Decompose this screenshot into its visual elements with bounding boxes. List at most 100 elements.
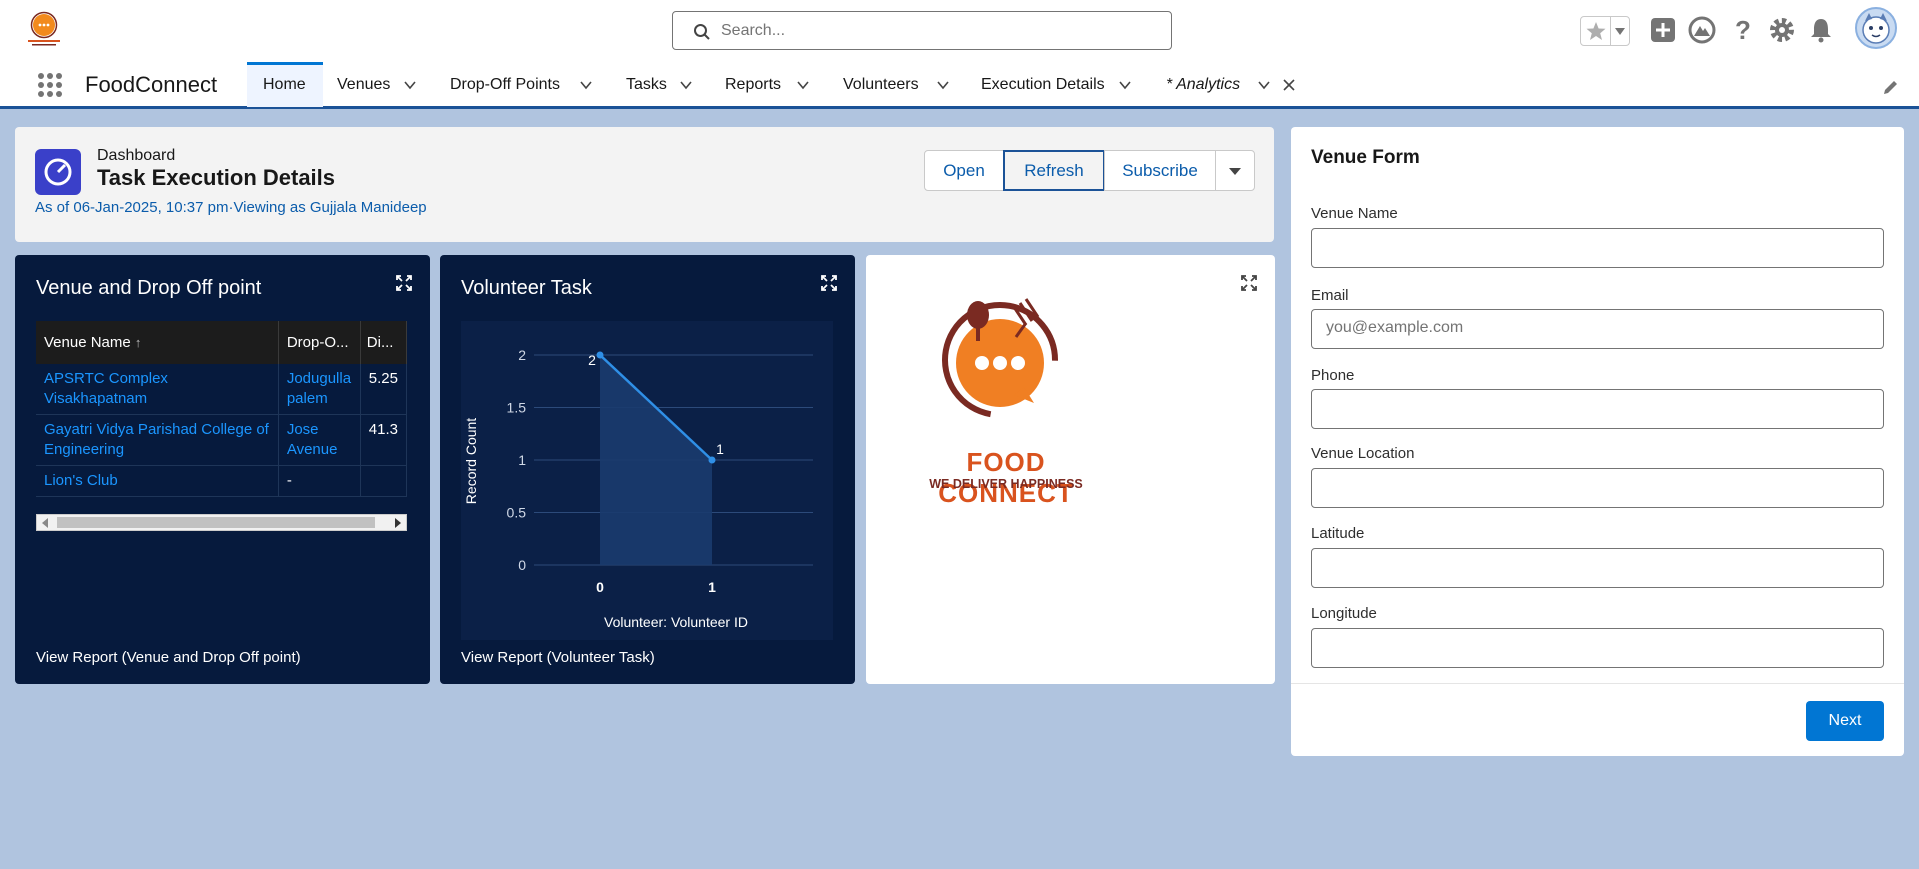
venue-dropoff-widget: Venue and Drop Off point Venue Name ↑ Dr… (15, 255, 430, 684)
scroll-right-icon[interactable] (394, 518, 402, 528)
horizontal-scrollbar[interactable] (36, 514, 407, 531)
tab-label: Home (263, 76, 306, 93)
form-footer-divider (1291, 683, 1904, 684)
expand-icon[interactable] (395, 274, 413, 292)
open-button[interactable]: Open (924, 150, 1004, 191)
foodconnect-logo[interactable] (22, 10, 66, 48)
column-header-drop-off[interactable]: Drop-O... (278, 321, 361, 364)
longitude-label: Longitude (1311, 605, 1377, 622)
table-row: Gayatri Vidya Parishad College of Engine… (36, 414, 408, 466)
chevron-down-icon[interactable] (796, 78, 810, 92)
dashboard-gauge-icon (35, 149, 81, 195)
drop-off-link[interactable]: Jose Avenue (278, 414, 361, 466)
tab-execution-details[interactable]: Execution Details (967, 62, 1142, 107)
expand-icon[interactable] (820, 274, 838, 292)
chevron-down-icon (1229, 168, 1241, 175)
x-axis-label: Volunteer: Volunteer ID (604, 614, 748, 630)
email-input[interactable]: you@example.com (1311, 309, 1884, 349)
widget-title: Volunteer Task (461, 277, 592, 299)
app-launcher-icon[interactable] (37, 72, 63, 98)
favorites-star-icon[interactable] (1581, 17, 1611, 45)
view-report-link[interactable]: View Report (Venue and Drop Off point) (36, 649, 301, 666)
tab-home[interactable]: Home (247, 62, 323, 107)
data-point (596, 351, 604, 359)
dashboard-as-of-text: As of 06-Jan-2025, 10:37 pm·Viewing as G… (35, 199, 427, 216)
add-icon[interactable] (1648, 15, 1678, 45)
widget-title: Venue and Drop Off point (36, 277, 262, 299)
scroll-left-icon[interactable] (41, 518, 49, 528)
view-report-link[interactable]: View Report (Volunteer Task) (461, 649, 655, 666)
app-name: FoodConnect (85, 72, 218, 97)
user-avatar[interactable] (1855, 7, 1897, 49)
tab-tasks[interactable]: Tasks (612, 62, 692, 107)
venue-form-panel: Venue Form Venue Name Email you@example.… (1291, 127, 1904, 756)
area-fill (600, 355, 712, 565)
chevron-down-icon[interactable] (1257, 78, 1271, 92)
chevron-down-icon[interactable] (579, 78, 593, 92)
expand-icon[interactable] (1240, 274, 1258, 292)
tab-label: Volunteers (843, 76, 919, 93)
phone-input[interactable] (1311, 389, 1884, 429)
favorites-button[interactable] (1580, 16, 1630, 46)
venue-name-link[interactable]: Gayatri Vidya Parishad College of Engine… (36, 414, 279, 466)
venue-table: Venue Name ↑ Drop-O... Di... APSRTC Comp… (36, 321, 408, 497)
chevron-down-icon[interactable] (1118, 78, 1132, 92)
y-tick-label: 0.5 (507, 505, 527, 521)
chevron-down-icon[interactable] (403, 78, 417, 92)
latitude-input[interactable] (1311, 548, 1884, 588)
chevron-down-icon[interactable] (679, 78, 693, 92)
tab-label: Venues (337, 76, 391, 93)
more-actions-button[interactable] (1215, 150, 1255, 191)
email-label: Email (1311, 287, 1349, 304)
venue-name-label: Venue Name (1311, 205, 1398, 222)
refresh-button[interactable]: Refresh (1003, 150, 1105, 191)
dashboard-title: Task Execution Details (97, 165, 336, 190)
venue-location-input[interactable] (1311, 468, 1884, 508)
venue-name-link[interactable]: Lion's Club (36, 465, 279, 497)
tab-analytics[interactable]: * Analytics (1155, 62, 1305, 107)
subscribe-button[interactable]: Subscribe (1104, 150, 1216, 191)
favorites-list-chevron-icon[interactable] (1611, 17, 1629, 45)
longitude-input[interactable] (1311, 628, 1884, 668)
venue-name-link[interactable]: APSRTC Complex Visakhapatnam (36, 364, 279, 415)
tab-label: Reports (725, 76, 782, 93)
tab-label: Tasks (626, 76, 667, 93)
next-button[interactable]: Next (1806, 701, 1884, 741)
chevron-down-icon[interactable] (936, 78, 950, 92)
global-search-input[interactable]: Search... (672, 11, 1172, 50)
y-tick-label: 1.5 (507, 400, 527, 416)
scrollbar-thumb[interactable] (57, 517, 375, 528)
tab-drop-off-points[interactable]: Drop-Off Points (436, 62, 606, 107)
dashboard-kind-label: Dashboard (97, 147, 176, 164)
global-header: Search... ? (0, 0, 1919, 62)
table-header-row: Venue Name ↑ Drop-O... Di... (36, 321, 408, 364)
edit-nav-pencil-icon[interactable] (1882, 78, 1900, 96)
volunteer-task-widget: Volunteer Task 0 0.5 1 1.5 2 2 1 0 1 Volunteer: V… (440, 255, 855, 684)
tab-reports[interactable]: Reports (711, 62, 816, 107)
app-navigation-bar: FoodConnect Home Venues Drop-Off Points … (0, 62, 1919, 109)
phone-label: Phone (1311, 367, 1355, 384)
search-icon (694, 24, 710, 40)
setup-gear-icon[interactable] (1767, 15, 1797, 45)
help-icon[interactable]: ? (1728, 15, 1758, 45)
logo-image-widget: FOOD CONNECT WE DELIVER HAPPINESS (866, 255, 1275, 684)
close-tab-icon[interactable] (1282, 78, 1296, 92)
distance-cell (360, 465, 408, 497)
trailhead-icon[interactable] (1687, 15, 1717, 45)
food-connect-logo-image (942, 298, 1058, 418)
venue-name-input[interactable] (1311, 228, 1884, 268)
data-label: 1 (716, 441, 724, 457)
notifications-bell-icon[interactable] (1806, 15, 1836, 45)
tab-volunteers[interactable]: Volunteers (829, 62, 959, 107)
chart-svg: 0 0.5 1 1.5 2 2 1 0 1 Volunteer: Volunteer ID Reco… (463, 347, 813, 630)
y-axis-label: Record Count (463, 418, 479, 504)
drop-off-cell: - (278, 465, 361, 497)
tab-label: Execution Details (981, 76, 1105, 93)
venue-location-label: Venue Location (1311, 445, 1415, 462)
column-header-venue-name[interactable]: Venue Name ↑ (36, 321, 279, 364)
y-tick-label: 1 (518, 452, 526, 468)
drop-off-link[interactable]: Jodugulla palem (278, 364, 361, 415)
tab-venues[interactable]: Venues (323, 62, 423, 107)
column-header-distance[interactable]: Di... (360, 321, 408, 364)
svg-text:?: ? (1735, 15, 1751, 45)
